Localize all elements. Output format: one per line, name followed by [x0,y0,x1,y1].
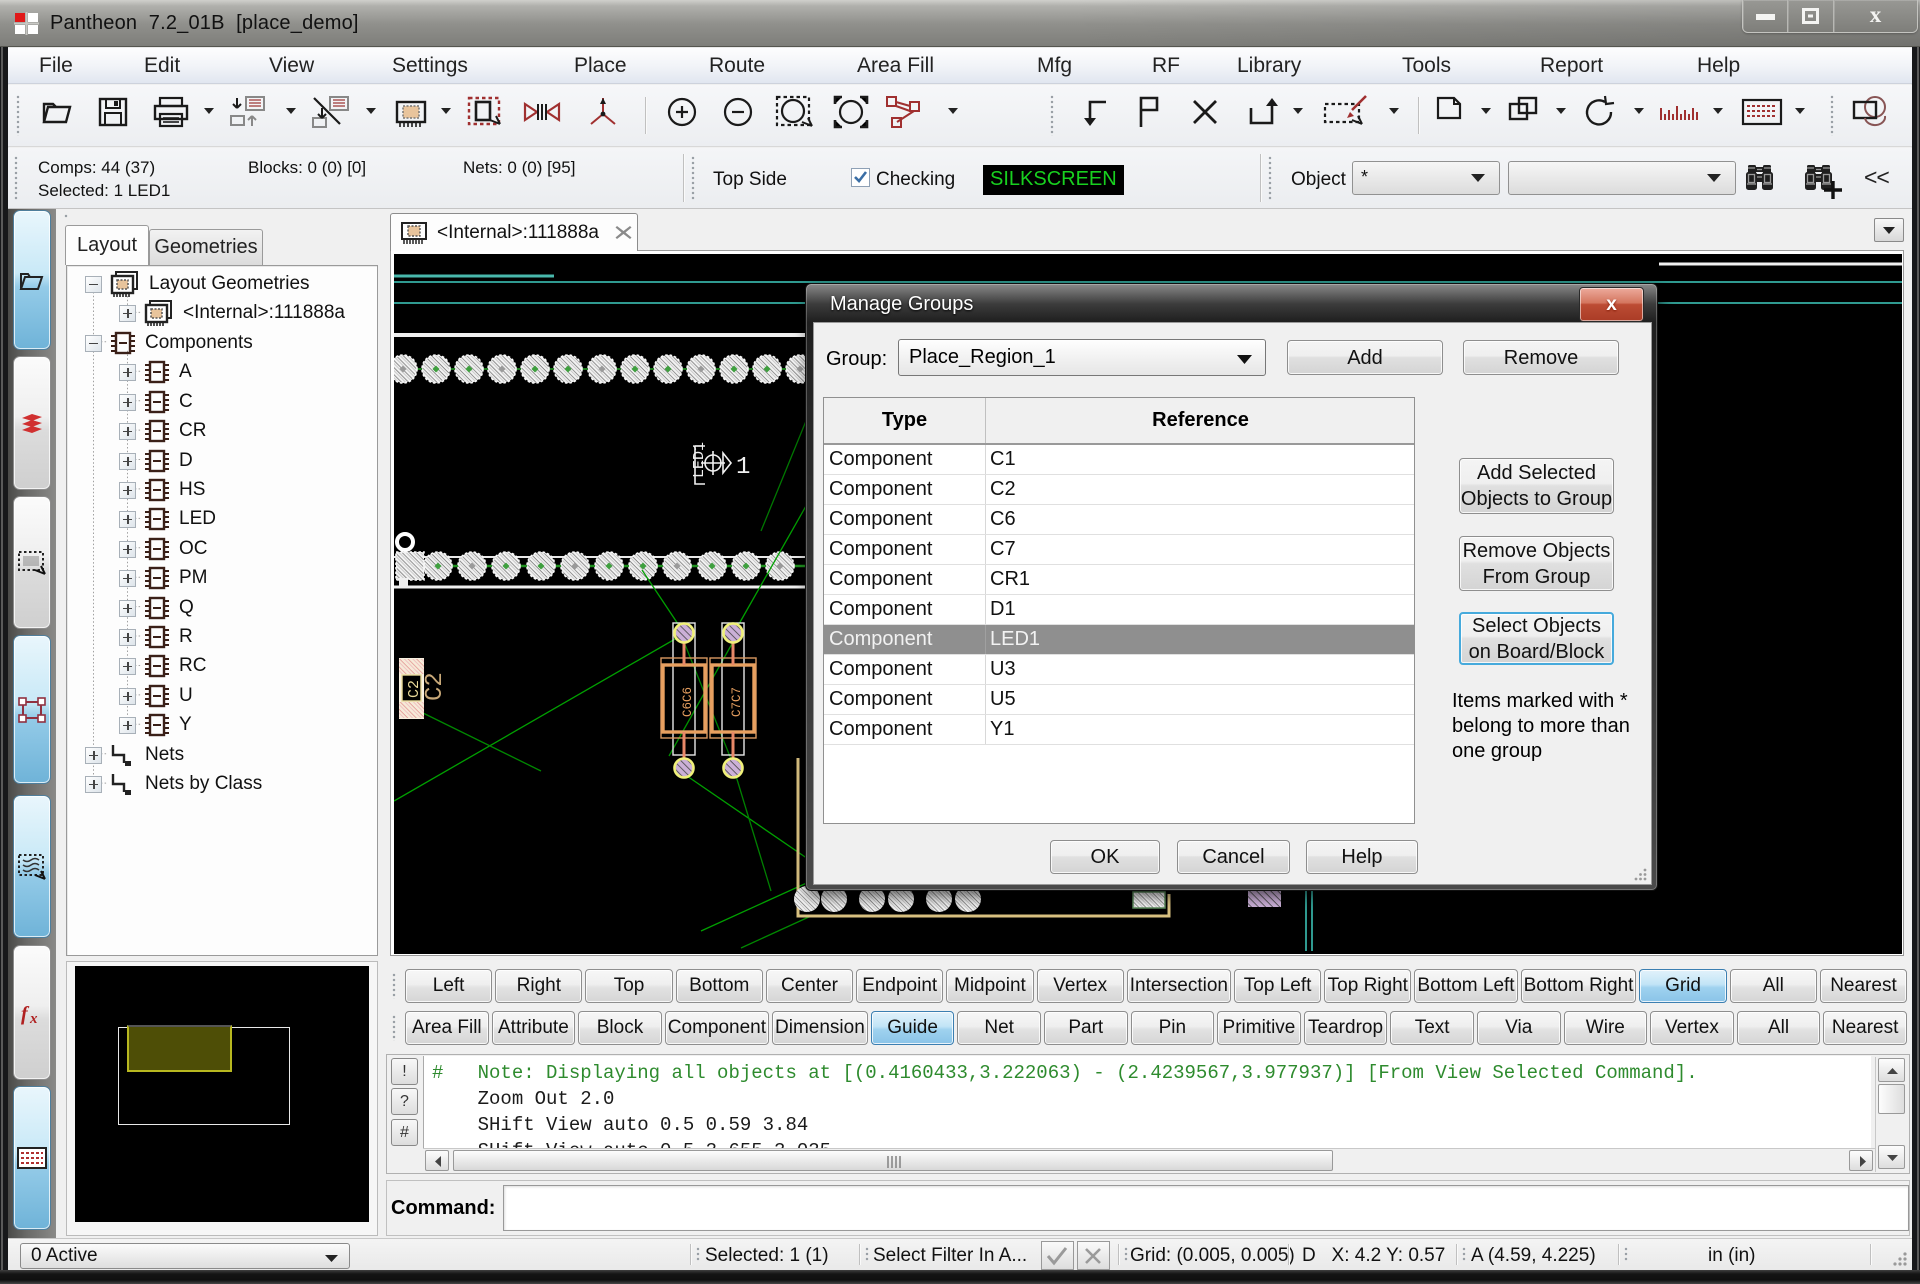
svg-text:f: f [21,1003,30,1025]
svg-text:C2: C2 [406,680,423,698]
svg-text:C2: C2 [422,672,449,701]
svg-text:C6C6: C6C6 [681,687,695,717]
svg-text:1: 1 [736,454,750,481]
svg-text:x: x [29,1011,38,1026]
svg-text:C7C7: C7C7 [730,687,744,717]
